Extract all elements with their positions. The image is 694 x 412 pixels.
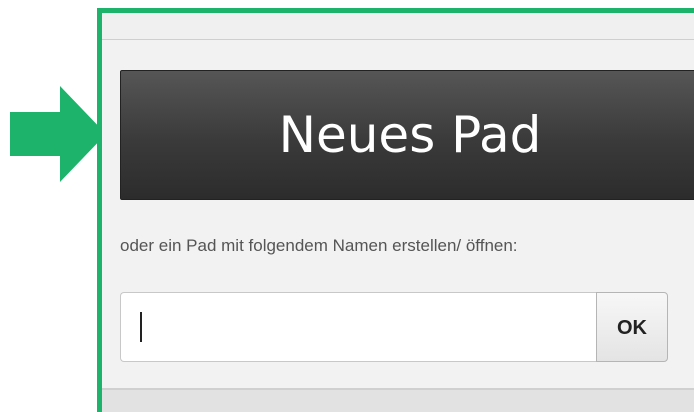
- create-or-open-hint: oder ein Pad mit folgendem Namen erstell…: [120, 236, 518, 255]
- text-caret: [140, 312, 142, 342]
- top-strip: [102, 13, 694, 40]
- pad-name-form: OK: [120, 292, 694, 362]
- pad-name-input[interactable]: [120, 292, 596, 362]
- ok-button[interactable]: OK: [596, 292, 668, 362]
- screenshot-stage: Neues Pad oder ein Pad mit folgendem Nam…: [0, 0, 694, 412]
- new-pad-button[interactable]: Neues Pad: [120, 70, 694, 200]
- right-arrow-icon: [10, 86, 106, 182]
- highlight-frame: Neues Pad oder ein Pad mit folgendem Nam…: [97, 8, 694, 412]
- new-pad-panel: Neues Pad oder ein Pad mit folgendem Nam…: [102, 40, 694, 390]
- panel-footer-strip: [102, 390, 694, 412]
